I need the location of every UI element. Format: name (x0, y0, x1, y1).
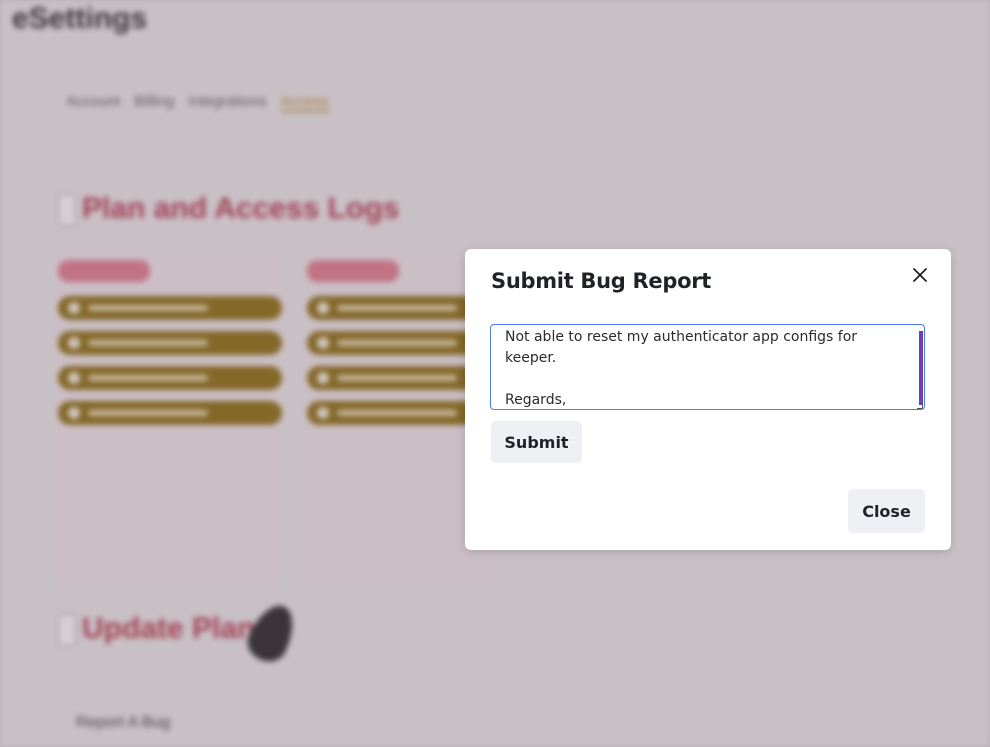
bug-report-modal: Submit Bug Report Not able to reset my a… (465, 249, 951, 550)
submit-button[interactable]: Submit (491, 421, 582, 463)
bug-report-textarea[interactable]: Not able to reset my authenticator app c… (491, 325, 924, 409)
textarea-scrollbar[interactable] (919, 331, 923, 405)
bug-report-textarea-container: Not able to reset my authenticator app c… (490, 324, 925, 410)
resize-handle-icon[interactable] (917, 403, 923, 409)
close-icon[interactable] (909, 264, 931, 286)
modal-title: Submit Bug Report (491, 269, 712, 293)
close-button[interactable]: Close (848, 489, 925, 533)
